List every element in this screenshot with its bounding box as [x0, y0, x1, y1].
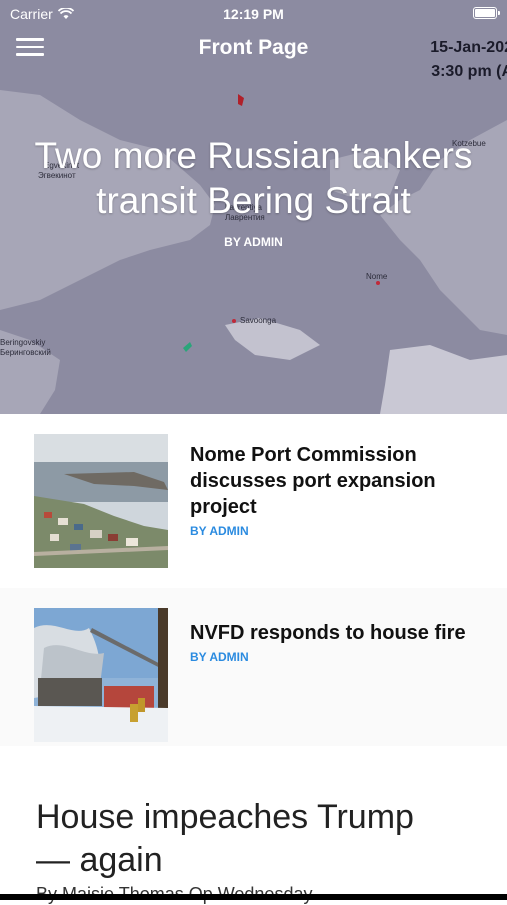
article-text: Nome Port Commission discusses port expa… — [190, 442, 487, 538]
map-label: Nome — [366, 272, 388, 281]
battery-icon — [473, 7, 500, 19]
status-time: 12:19 PM — [223, 6, 284, 22]
map-time: 3:30 pm (A — [431, 63, 507, 80]
fire-photo-icon — [34, 608, 168, 742]
harbor-photo-icon — [34, 434, 168, 568]
article-card[interactable]: Nome Port Commission discusses port expa… — [0, 414, 507, 572]
hero-headline[interactable]: Two more Russian tankers transit Bering … — [20, 133, 487, 223]
map-label: Savoonga — [240, 316, 277, 325]
article-card[interactable]: NVFD responds to house fire BY ADMIN — [0, 588, 507, 746]
hero-byline: BY ADMIN — [224, 235, 283, 249]
map-date: 15-Jan-202 — [430, 39, 507, 56]
home-indicator — [0, 894, 507, 900]
map-timestamp: 15-Jan-202 3:30 pm (A — [403, 36, 507, 84]
map-label: Беринговский — [0, 348, 51, 357]
hero-banner[interactable]: Kotzebue Egvekinot Эгвекинот Lavrentiya … — [0, 0, 507, 414]
article-byline: BY ADMIN — [190, 524, 249, 538]
article-title[interactable]: NVFD responds to house fire — [190, 620, 487, 646]
article-thumbnail[interactable] — [34, 608, 168, 742]
article-text: NVFD responds to house fire BY ADMIN — [190, 620, 487, 664]
feature-headline[interactable]: House impeaches Trump — again — [36, 796, 456, 882]
status-bar: Carrier 12:19 PM — [0, 0, 507, 28]
article-byline: BY ADMIN — [190, 650, 249, 664]
article-title[interactable]: Nome Port Commission discusses port expa… — [190, 442, 487, 520]
map-label: Beringovskiy — [0, 338, 45, 347]
article-thumbnail[interactable] — [34, 434, 168, 568]
